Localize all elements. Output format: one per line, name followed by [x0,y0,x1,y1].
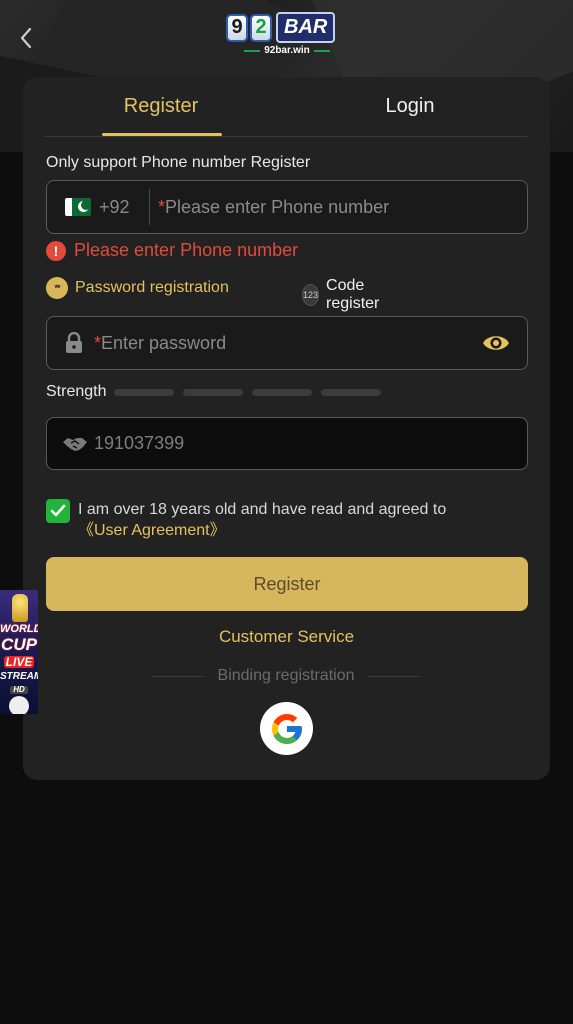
required-mark: * [158,196,166,217]
binding-label: Binding registration [217,667,355,684]
strength-meter [114,388,382,396]
google-icon [271,713,302,744]
strength-segment [183,388,244,396]
logo-digit: 9 [226,13,248,42]
phone-input[interactable]: *Please enter Phone number [158,197,389,218]
error-icon: ! [46,240,66,261]
promo-text: HD [10,686,28,694]
checkmark-icon [50,504,66,517]
app-logo: 9 2 BAR 92bar.win [226,12,348,66]
strength-segment [114,388,175,396]
required-mark: * [94,332,102,353]
password-registration-label: Password registration [75,279,229,296]
error-message: Please enter Phone number [74,240,299,260]
logo-word: BAR [276,12,336,43]
password-placeholder: Enter password [101,332,227,353]
phone-error: ! Please enter Phone number [46,240,298,261]
phone-placeholder: Please enter Phone number [165,196,390,217]
chevron-left-icon [20,27,32,49]
agreement-checkbox[interactable] [46,499,70,523]
password-registration-option[interactable]: ** Password registration [46,277,229,299]
lock-icon [64,331,84,355]
invite-code-field[interactable]: 191037399 [46,417,528,470]
invite-code-value[interactable]: 191037399 [94,433,184,454]
pakistan-flag-icon[interactable] [65,198,91,216]
code-register-label: Code register [326,277,380,312]
tab-login[interactable]: Login [350,95,470,118]
register-button[interactable]: Register [46,557,528,611]
eye-icon[interactable] [481,330,511,356]
promo-text: LIVE [4,655,34,669]
customer-service-link[interactable]: Customer Service [23,627,550,647]
logo-domain: 92bar.win [264,45,310,56]
password-strength: Strength [46,383,382,401]
password-asterisk-icon: ** [46,277,68,299]
agreement-row: I am over 18 years old and have read and… [46,499,528,541]
promo-text: STREAM [0,671,38,682]
promo-text: CUP [1,635,37,654]
phone-field[interactable]: +92 *Please enter Phone number [46,180,528,234]
password-input[interactable]: *Enter password [94,333,226,354]
phone-label: Only support Phone number Register [46,154,311,171]
trophy-icon [12,594,28,622]
auth-card: Register Login Only support Phone number… [23,77,550,780]
logo-digit: 2 [250,13,272,42]
strength-label: Strength [46,383,107,400]
world-cup-live-stream-banner[interactable]: WORLD CUP LIVE STREAM HD [0,590,38,714]
strength-segment [252,388,313,396]
field-divider [149,189,150,225]
strength-segment [321,388,382,396]
promo-text: WORLD [0,623,38,635]
auth-tabs: Register Login [45,77,527,137]
football-icon [9,696,29,714]
tab-register[interactable]: Register [101,95,221,118]
user-agreement-link[interactable]: 《User Agreement》 [78,522,226,539]
agreement-statement: I am over 18 years old and have read and… [78,501,447,518]
binding-registration-divider: Binding registration [141,667,431,685]
code-register-option[interactable]: 123 Code register [302,277,379,313]
country-code[interactable]: +92 [99,197,143,218]
numeric-code-icon: 123 [302,284,320,306]
active-tab-indicator [102,133,222,136]
google-login-button[interactable] [260,702,313,755]
password-field[interactable]: *Enter password [46,316,528,370]
agreement-text: I am over 18 years old and have read and… [78,499,446,541]
back-button[interactable] [12,24,40,52]
handshake-icon [63,437,87,451]
